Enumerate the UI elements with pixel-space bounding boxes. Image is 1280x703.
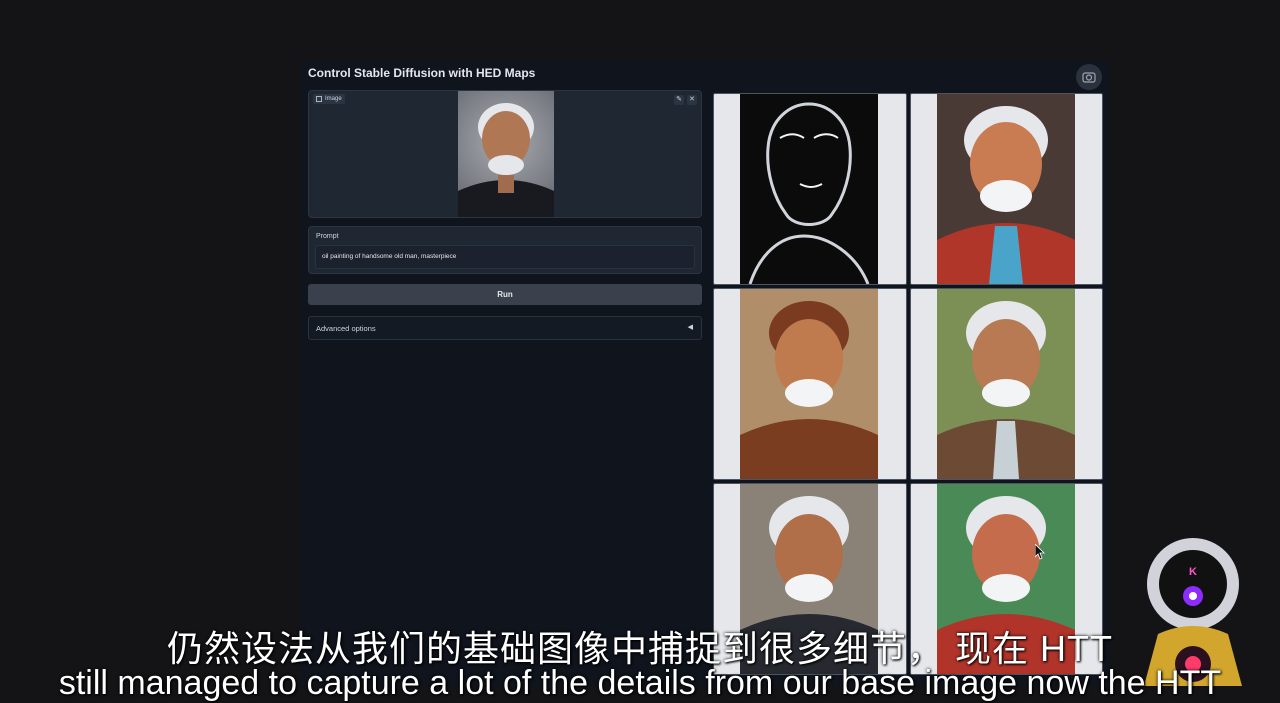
chevron-left-icon: ◀ — [687, 324, 693, 331]
close-icon[interactable]: ✕ — [687, 95, 697, 105]
page-title: Control Stable Diffusion with HED Maps — [308, 66, 536, 80]
gallery-item-portrait-brown[interactable] — [713, 288, 907, 480]
input-portrait-image — [458, 91, 554, 217]
advanced-options-accordion[interactable]: Advanced options ◀ — [308, 316, 702, 340]
gradio-app: Control Stable Diffusion with HED Maps I… — [300, 60, 1110, 686]
prompt-block: Prompt oil painting of handsome old man,… — [308, 226, 702, 274]
edit-icon[interactable]: ✎ — [674, 95, 684, 105]
portrait-image — [740, 289, 878, 479]
screenshot-icon[interactable] — [1076, 64, 1102, 90]
mascot-letter: K — [1189, 566, 1197, 578]
advanced-options-label: Advanced options — [316, 324, 376, 333]
run-button[interactable]: Run — [308, 284, 702, 305]
image-input-panel[interactable]: Image ✎ ✕ — [308, 90, 702, 218]
output-gallery — [713, 93, 1103, 683]
camera-icon — [1082, 72, 1096, 83]
image-label: Image — [313, 94, 345, 104]
portrait-image — [936, 94, 1075, 284]
image-label-text: Image — [325, 96, 342, 102]
image-tools: ✎ ✕ — [674, 95, 697, 105]
edge-map-image — [740, 94, 878, 284]
prompt-label: Prompt — [316, 233, 339, 240]
image-icon — [316, 96, 322, 102]
prompt-input[interactable]: oil painting of handsome old man, master… — [315, 245, 695, 269]
gallery-item-portrait-red[interactable] — [909, 93, 1103, 285]
gallery-item-edge-map[interactable] — [713, 93, 907, 285]
gallery-item-portrait-green[interactable] — [909, 288, 1103, 480]
mouse-cursor-icon — [1034, 543, 1045, 565]
portrait-image — [936, 289, 1075, 479]
subtitle-english: still managed to capture a lot of the de… — [58, 664, 1222, 702]
